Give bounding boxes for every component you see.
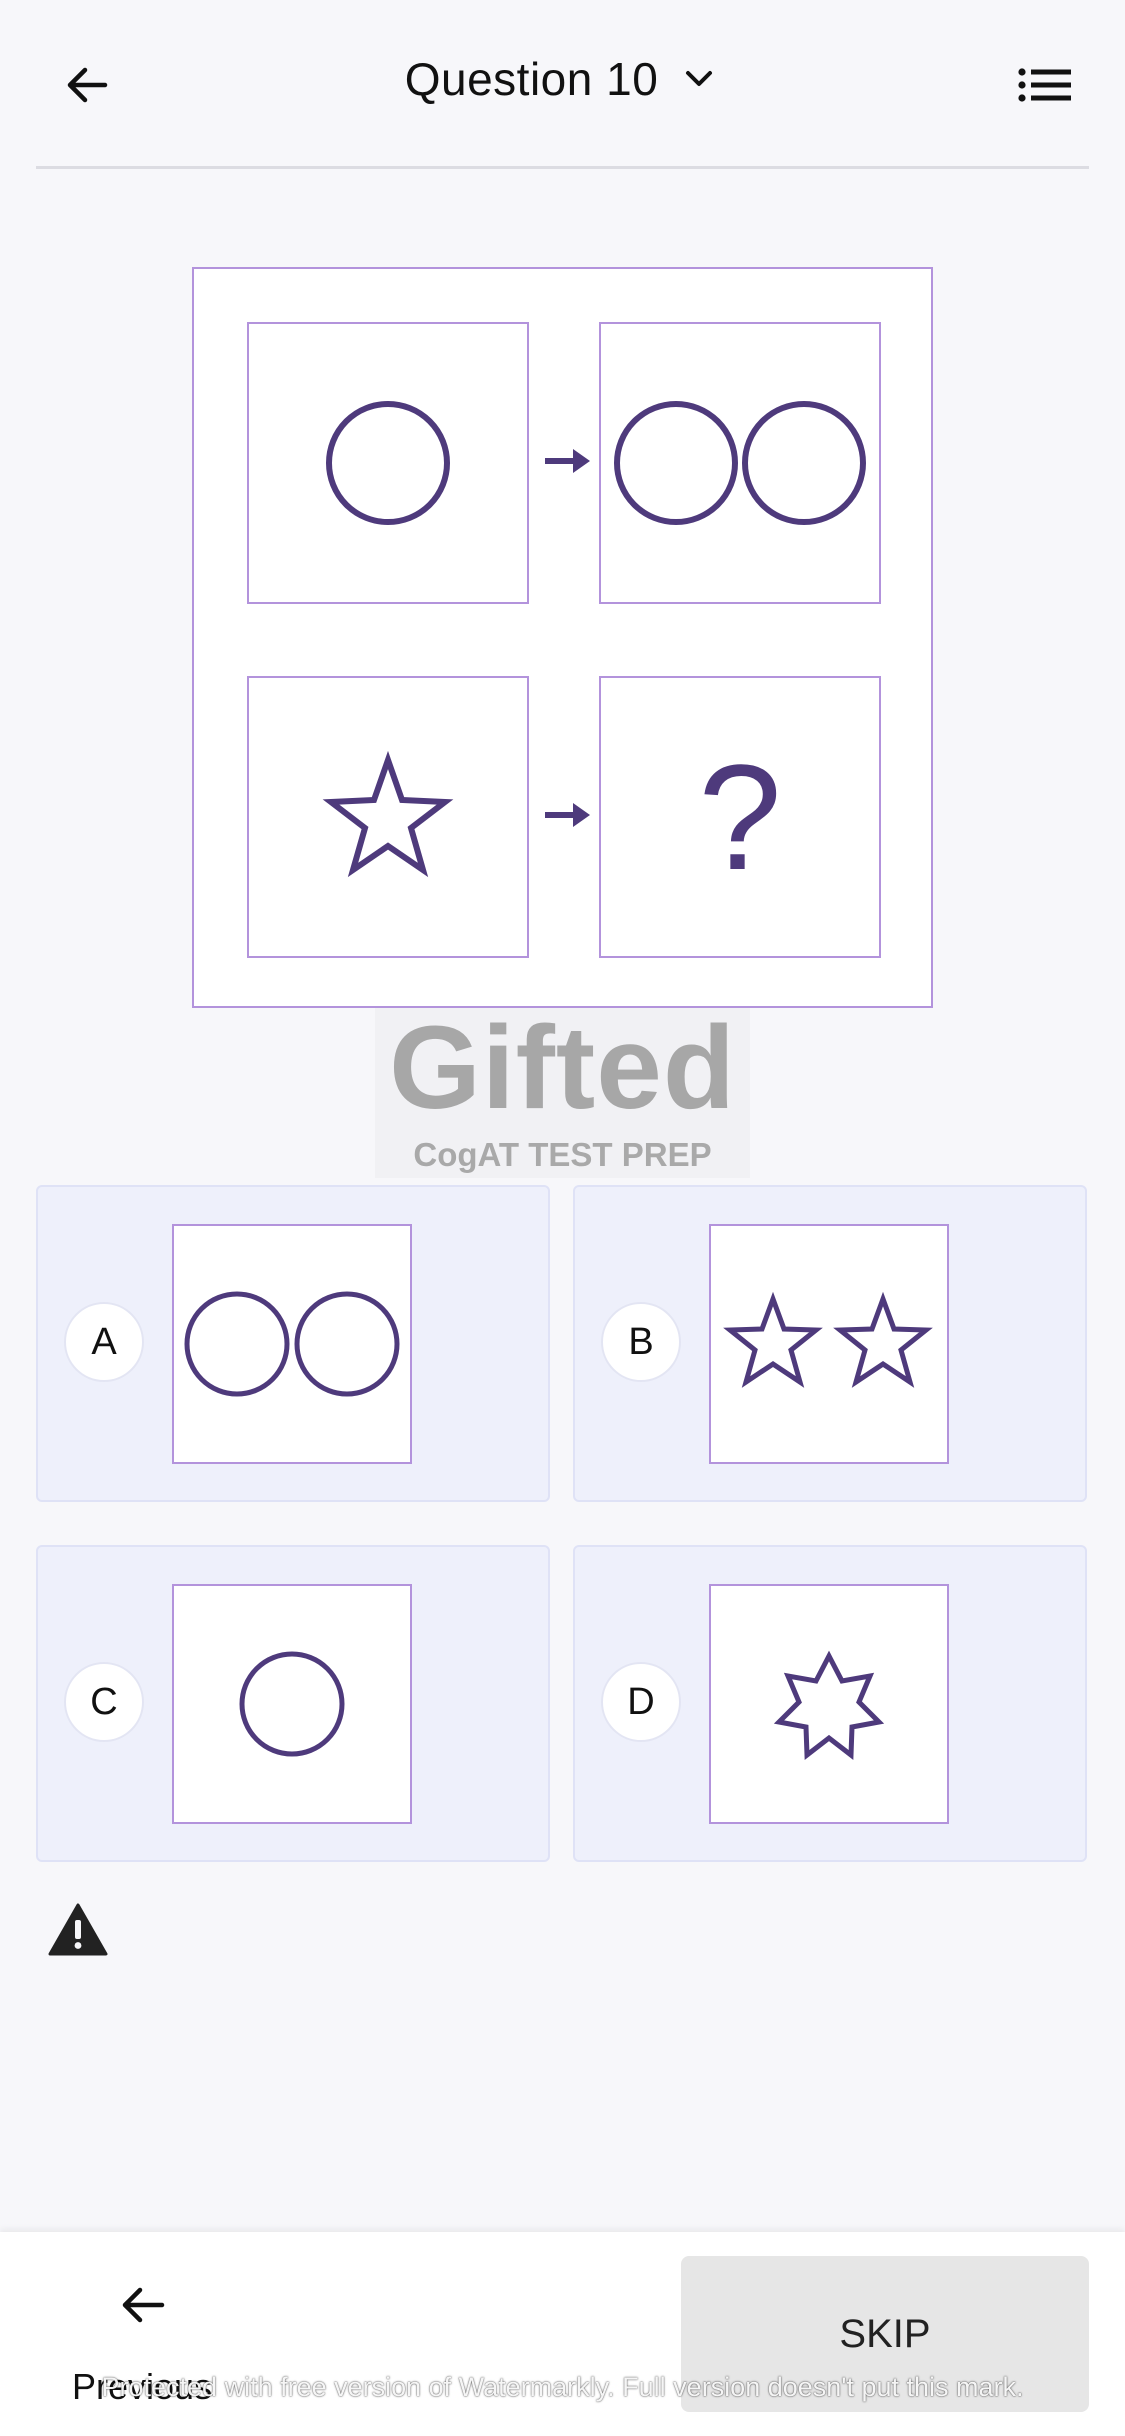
puzzle-cell-answer: ? [599, 676, 881, 958]
option-c-figure [172, 1584, 412, 1824]
arrow-right-icon [545, 449, 590, 473]
star-shape [322, 750, 454, 878]
two-circles-shape [184, 1291, 400, 1397]
logo-subtitle: CogAT TEST PREP [413, 1136, 712, 1173]
two-circles-shape [614, 401, 866, 525]
question-mark: ? [698, 732, 782, 901]
circle-shape [326, 401, 450, 525]
warning-icon [48, 1903, 108, 1956]
option-letter: D [601, 1662, 681, 1742]
circle-shape [239, 1651, 345, 1757]
report-problem-button[interactable] [48, 1903, 108, 1957]
page-title: Question 10 [404, 53, 659, 105]
seven-point-star-shape [773, 1650, 885, 1760]
option-a-card[interactable]: A [36, 1185, 550, 1502]
option-d-card[interactable]: D [573, 1545, 1087, 1862]
two-stars-shape [723, 1291, 933, 1388]
option-c-card[interactable]: C [36, 1545, 550, 1862]
previous-button[interactable]: Previous [60, 2280, 230, 2430]
option-b-card[interactable]: B [573, 1185, 1087, 1502]
puzzle-cell-top-left [247, 322, 529, 604]
option-a-figure [172, 1224, 412, 1464]
list-icon [1018, 68, 1071, 102]
gifted-logo: Gifted CogAT TEST PREP [375, 1008, 750, 1178]
bottom-navigation-bar: Previous SKIP [0, 2232, 1125, 2436]
chevron-down-icon [684, 61, 720, 97]
option-letter: A [64, 1302, 144, 1382]
puzzle-cell-bottom-left [247, 676, 529, 958]
option-d-figure [709, 1584, 949, 1824]
option-letter: B [601, 1302, 681, 1382]
question-list-button[interactable] [1010, 58, 1080, 112]
puzzle-cell-top-right [599, 322, 881, 604]
arrow-left-icon [122, 2287, 165, 2323]
option-b-figure [709, 1224, 949, 1464]
logo-word: Gifted [389, 1002, 736, 1134]
top-bar: Question 10 [0, 0, 1125, 169]
question-selector[interactable]: Question 10 [0, 52, 1125, 106]
option-letter: C [64, 1662, 144, 1742]
watermark-text: Protected with free version of Watermark… [101, 2372, 1024, 2402]
question-figure: ? [192, 267, 933, 1008]
header-divider [36, 166, 1089, 169]
arrow-right-icon [545, 803, 590, 827]
